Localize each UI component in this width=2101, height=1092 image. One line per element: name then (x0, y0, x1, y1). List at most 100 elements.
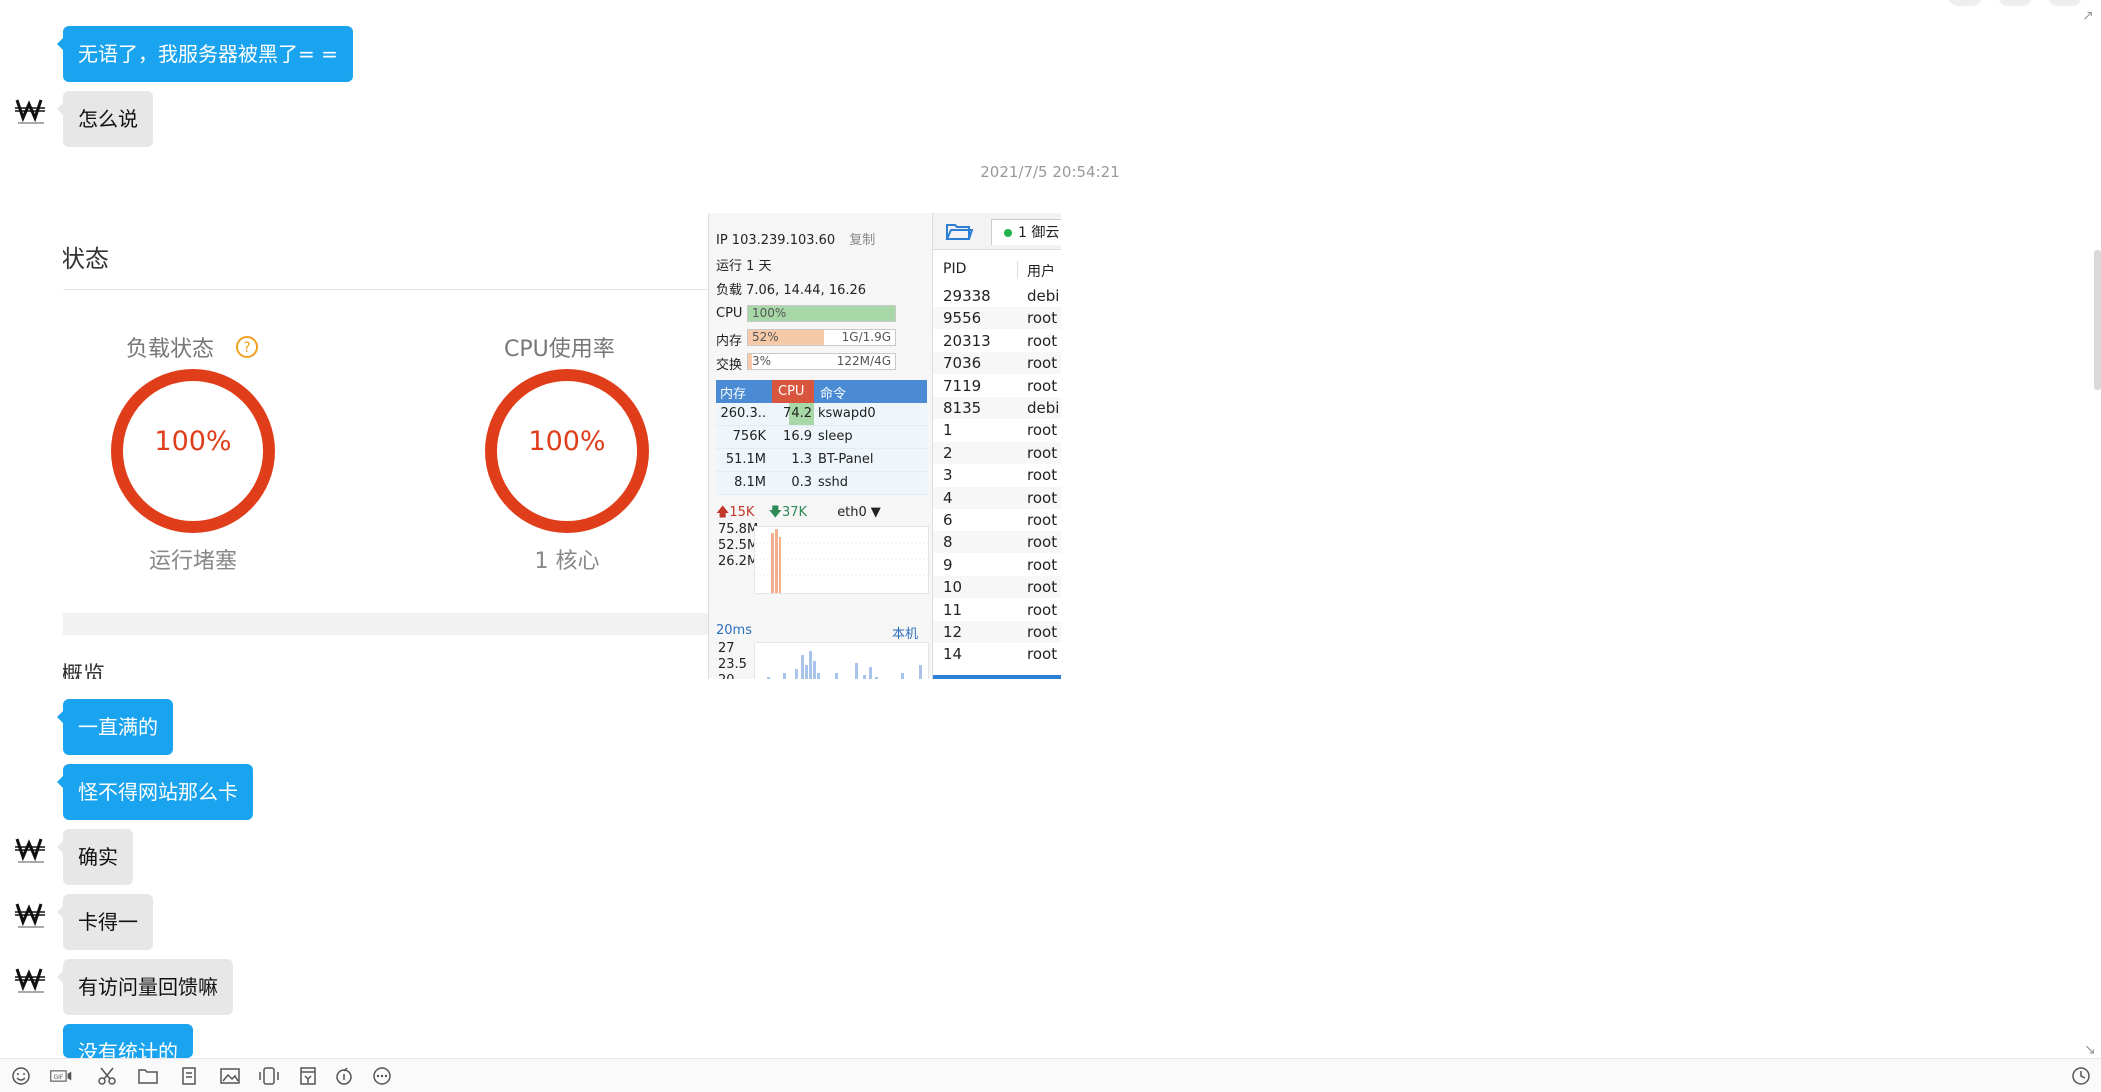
collapse-icon[interactable]: ↘ (2084, 1042, 2096, 1058)
col-cmd[interactable]: 命令 (820, 383, 846, 402)
process-row[interactable]: 12 root (933, 621, 1061, 643)
network-chart (754, 526, 929, 594)
contact-avatar[interactable] (13, 963, 48, 997)
load-average: 负载 7.06, 14.44, 16.26 (716, 283, 867, 298)
latency-host[interactable]: 本机 (892, 623, 918, 642)
chat-bubble-incoming[interactable]: 有访问量回馈嘛 (57, 959, 233, 1015)
cell-mem: 8.1M (734, 475, 766, 490)
contact-avatar[interactable] (13, 833, 48, 867)
chat-bubble-incoming[interactable]: 确实 (57, 829, 133, 885)
swap-percent: 3% (752, 354, 772, 368)
col-user[interactable]: 用户 (1027, 261, 1055, 281)
download-arrow-icon: 🡇 (768, 505, 782, 520)
process-row[interactable]: 10 root (933, 576, 1061, 599)
file-icon[interactable] (179, 1066, 201, 1086)
cell-pid: 12 (943, 623, 963, 641)
table-row[interactable]: 8.1M 0.3 sshd (716, 472, 927, 495)
process-row[interactable]: 20313 root (933, 330, 1061, 352)
window-button[interactable] (1948, 0, 1982, 6)
tab-label: 1 御云 (1018, 225, 1060, 241)
chat-bubble-outgoing[interactable]: 没有统计的 (63, 1024, 193, 1058)
process-row[interactable]: 14 root (933, 643, 1061, 665)
swap-amount: 122M/4G (836, 354, 891, 368)
emoji-icon[interactable] (10, 1066, 32, 1086)
cell-cpu: 1.3 (791, 452, 812, 467)
chat-bubble-incoming[interactable]: 怎么说 (57, 91, 153, 147)
cell-pid: 11 (943, 600, 963, 619)
process-row[interactable]: 9556 root (933, 307, 1061, 330)
net-spike (775, 529, 778, 593)
process-row[interactable]: 7036 root (933, 352, 1061, 375)
swap-label: 交换 (716, 358, 743, 373)
red-packet-icon[interactable] (297, 1066, 319, 1086)
latency-y-label: 23.5 (718, 657, 747, 672)
folder-open-icon[interactable] (945, 219, 974, 243)
chat-bubble-outgoing[interactable]: 一直满的 (57, 699, 173, 755)
panel-status: 状态 负载状态 ? 100% 运行堵塞 CPU使用率 100% 1 核心 概览 (63, 213, 708, 679)
cell-user: root (1027, 421, 1058, 440)
process-row[interactable]: 8 root (933, 531, 1061, 554)
help-icon[interactable]: ? (235, 335, 259, 359)
copy-link[interactable]: 复制 (849, 233, 875, 248)
mem-amount: 1G/1.9G (841, 330, 891, 344)
window-button[interactable] (1998, 0, 2032, 6)
scissors-icon[interactable] (96, 1066, 118, 1086)
gauge-title-cpu: CPU使用率 (504, 337, 615, 362)
window-button[interactable] (2048, 0, 2082, 6)
more-icon[interactable] (371, 1066, 393, 1086)
process-row[interactable]: 11 root (933, 599, 1061, 621)
cell-cpu: 16.9 (783, 429, 812, 444)
server-stats-panel: IP 103.239.103.60 复制 运行 1 天 负载 7.06, 14.4… (708, 213, 932, 679)
interface-select[interactable]: eth0 (837, 505, 867, 520)
process-list-header: PID 用户 (933, 261, 1061, 281)
chat-bubble-incoming[interactable]: 卡得一 (57, 894, 153, 950)
contact-avatar[interactable] (13, 898, 48, 932)
expand-icon[interactable]: ↗ (2082, 8, 2094, 24)
process-row[interactable]: 4 root (933, 486, 1061, 509)
gauge-value-cpu: 100% (528, 426, 606, 457)
status-title: 状态 (63, 245, 109, 273)
folder-icon[interactable] (137, 1066, 159, 1086)
process-row[interactable]: 3 root (933, 464, 1061, 486)
chevron-down-icon[interactable]: ▼ (871, 505, 881, 520)
gauge-value-load: 100% (154, 426, 232, 457)
chat-bubble-outgoing[interactable]: 怪不得网站那么卡 (57, 764, 253, 820)
net-y-label: 26.2M (718, 554, 759, 569)
cell-cpu: 0.3 (791, 475, 812, 490)
process-row[interactable]: 9 root (933, 554, 1061, 576)
col-cpu[interactable]: CPU (772, 380, 814, 403)
latency-y-label: 27 (718, 641, 735, 656)
cell-pid: 4 (943, 488, 953, 507)
mem-label: 内存 (716, 334, 743, 349)
image-icon[interactable] (219, 1066, 241, 1086)
download-speed: 37K (781, 505, 808, 520)
cpu-bar: 100% (747, 305, 896, 322)
cell-pid: 8 (943, 533, 953, 552)
chat-image-server-screenshot[interactable]: 状态 负载状态 ? 100% 运行堵塞 CPU使用率 100% 1 核心 概览 … (63, 213, 1061, 679)
history-icon[interactable] (2070, 1066, 2092, 1086)
process-row[interactable]: 29338 debi (933, 285, 1061, 307)
chat-scrollbar[interactable] (2094, 250, 2101, 390)
contact-avatar[interactable] (13, 94, 48, 128)
voice-icon[interactable] (333, 1066, 355, 1086)
gif-icon[interactable]: GIF (50, 1066, 80, 1086)
cell-pid: 9556 (943, 309, 982, 328)
process-row[interactable]: 7119 root (933, 375, 1061, 397)
tab-server[interactable]: 1 御云 (991, 219, 1061, 245)
process-row[interactable]: 2 root (933, 441, 1061, 464)
col-mem[interactable]: 内存 (720, 383, 746, 402)
cell-pid: 9 (943, 555, 953, 574)
shake-icon[interactable] (258, 1066, 280, 1086)
col-pid[interactable]: PID (943, 261, 966, 277)
table-row[interactable]: 260.3.. 74.2 kswapd0 (716, 403, 927, 426)
chat-bubble-outgoing[interactable]: 无语了，我服务器被黑了= = (57, 26, 353, 82)
process-row[interactable]: 1 root (933, 419, 1061, 441)
table-row[interactable]: 51.1M 1.3 BT-Panel (716, 449, 927, 472)
panel-toolbar: 1 御云 (933, 213, 1061, 250)
process-row[interactable]: 6 root (933, 509, 1061, 531)
table-row[interactable]: 756K 16.9 sleep (716, 426, 927, 449)
cell-user: root (1027, 511, 1058, 529)
net-y-label: 75.8M (718, 522, 759, 537)
process-row[interactable]: 8135 debi (933, 397, 1061, 419)
cell-mem: 51.1M (725, 452, 766, 467)
